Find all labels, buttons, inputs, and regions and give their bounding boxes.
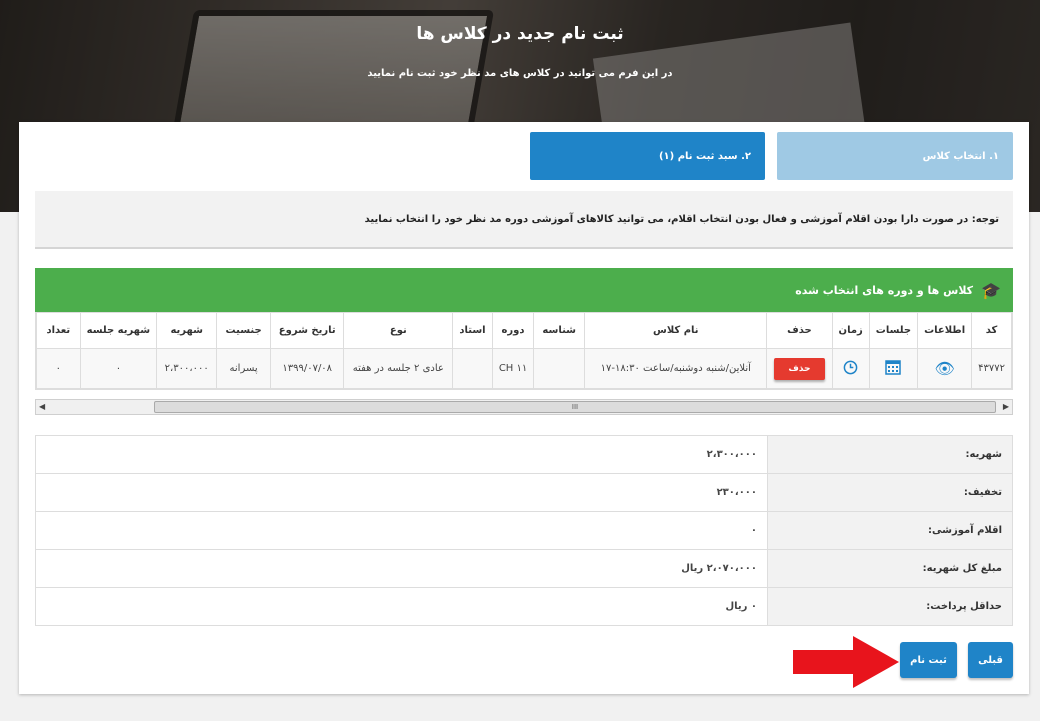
cell-sessions [868, 348, 919, 389]
selected-classes-header: 🎓 کلاس ها و دوره های انتخاب شده [35, 268, 1013, 312]
col-time: زمان [831, 312, 870, 349]
cell-course: CH ۱۱ [491, 348, 535, 389]
cell-gender: پسرانه [216, 348, 271, 389]
horizontal-scrollbar[interactable]: ◀ III ▶ [35, 399, 1013, 415]
scroll-left-icon[interactable]: ◀ [39, 402, 45, 411]
cell-info: 👁 [917, 348, 973, 389]
annotation-arrow-icon [793, 636, 899, 688]
table-row: ۴۳۷۷۲ 👁 حذف آنلاین/شنبه دوشنبه/ساعت ۱۸:۳… [36, 348, 1012, 389]
clock-icon[interactable] [843, 360, 858, 375]
scroll-right-icon[interactable]: ▶ [1003, 402, 1009, 411]
summary-row-tuition: شهریه: ۲،۳۰۰،۰۰۰ [35, 435, 1013, 474]
summary-label: شهریه: [767, 435, 1013, 474]
table-header-row: کد اطلاعات جلسات زمان حذف نام کلاس شناسه… [36, 312, 1012, 349]
summary-label: مبلغ کل شهریه: [767, 549, 1013, 588]
cell-start-date: ۱۳۹۹/۰۷/۰۸ [269, 348, 345, 389]
payment-summary-table: شهریه: ۲،۳۰۰،۰۰۰ تخفیف: ۲۳۰،۰۰۰ اقلام آم… [35, 435, 1013, 626]
cell-type: عادی ۲ جلسه در هفته [343, 348, 454, 389]
cell-code: ۴۳۷۷۲ [971, 348, 1012, 389]
col-course: دوره [491, 312, 535, 349]
cell-time [831, 348, 870, 389]
col-delete: حذف [766, 312, 833, 349]
col-teacher: استاد [452, 312, 493, 349]
col-id: شناسه [533, 312, 586, 349]
cell-class-name: آنلاین/شنبه دوشنبه/ساعت ۱۸:۳۰-۱۷ [584, 348, 768, 389]
cell-count: ۰ [36, 348, 81, 389]
col-code: کد [971, 312, 1012, 349]
summary-row-min-payment: حداقل پرداخت: ۰ ریال [35, 587, 1013, 626]
notice-text: توجه: در صورت دارا بودن اقلام آموزشی و ف… [364, 213, 999, 225]
summary-label: تخفیف: [767, 473, 1013, 512]
cell-session-fee: ۰ [79, 348, 158, 389]
col-tuition: شهریه [156, 312, 218, 349]
selected-classes-table-wrapper: کد اطلاعات جلسات زمان حذف نام کلاس شناسه… [35, 312, 1013, 390]
previous-button[interactable]: قبلی [968, 642, 1013, 678]
col-info: اطلاعات [917, 312, 973, 349]
registration-card: ۱. انتخاب کلاس ۲. سبد ثبت نام (۱) توجه: … [19, 122, 1029, 694]
eye-icon[interactable]: 👁 [934, 359, 954, 378]
graduation-cap-icon: 🎓 [981, 280, 1001, 300]
col-gender: جنسیت [216, 312, 271, 349]
summary-row-total: مبلغ کل شهریه: ۲،۰۷۰،۰۰۰ ریال [35, 549, 1013, 588]
summary-value: ۲۳۰،۰۰۰ [35, 473, 768, 512]
step-label: ۱. انتخاب کلاس [922, 150, 999, 162]
page-title: ثبت نام جدید در کلاس ها [416, 24, 624, 44]
col-session-fee: شهریه جلسه [79, 312, 158, 349]
summary-value: ۲،۳۰۰،۰۰۰ [35, 435, 768, 474]
col-count: تعداد [36, 312, 81, 349]
cell-tuition: ۲،۳۰۰،۰۰۰ [156, 348, 218, 389]
cell-delete: حذف [766, 348, 833, 389]
selected-classes-table: کد اطلاعات جلسات زمان حذف نام کلاس شناسه… [36, 312, 1012, 389]
summary-value-total: ۲،۰۷۰،۰۰۰ ریال [35, 549, 768, 588]
step-registration-cart[interactable]: ۲. سبد ثبت نام (۱) [530, 132, 765, 180]
step-select-class[interactable]: ۱. انتخاب کلاس [777, 132, 1013, 180]
scrollbar-thumb[interactable]: III [154, 401, 996, 413]
notice-box: توجه: در صورت دارا بودن اقلام آموزشی و ف… [35, 191, 1013, 249]
register-button[interactable]: ثبت نام [900, 642, 957, 678]
selected-classes-title: کلاس ها و دوره های انتخاب شده [795, 283, 974, 297]
col-type: نوع [343, 312, 454, 349]
col-sessions: جلسات [868, 312, 919, 349]
scrollbar-grip: III [571, 403, 579, 411]
calendar-icon[interactable] [885, 359, 902, 375]
summary-row-discount: تخفیف: ۲۳۰،۰۰۰ [35, 473, 1013, 512]
summary-value: ۰ [35, 511, 768, 550]
col-start-date: تاریخ شروع [269, 312, 345, 349]
cell-id [533, 348, 586, 389]
summary-label: حداقل پرداخت: [767, 587, 1013, 626]
summary-value-min-payment: ۰ ریال [35, 587, 768, 626]
page-subtitle: در این فرم می توانید در کلاس های مد نظر … [367, 68, 673, 79]
summary-label: اقلام آموزشی: [767, 511, 1013, 550]
cell-teacher [452, 348, 493, 389]
col-class-name: نام کلاس [584, 312, 768, 349]
summary-row-materials: اقلام آموزشی: ۰ [35, 511, 1013, 550]
delete-button[interactable]: حذف [774, 357, 825, 380]
step-label: ۲. سبد ثبت نام (۱) [658, 150, 751, 162]
